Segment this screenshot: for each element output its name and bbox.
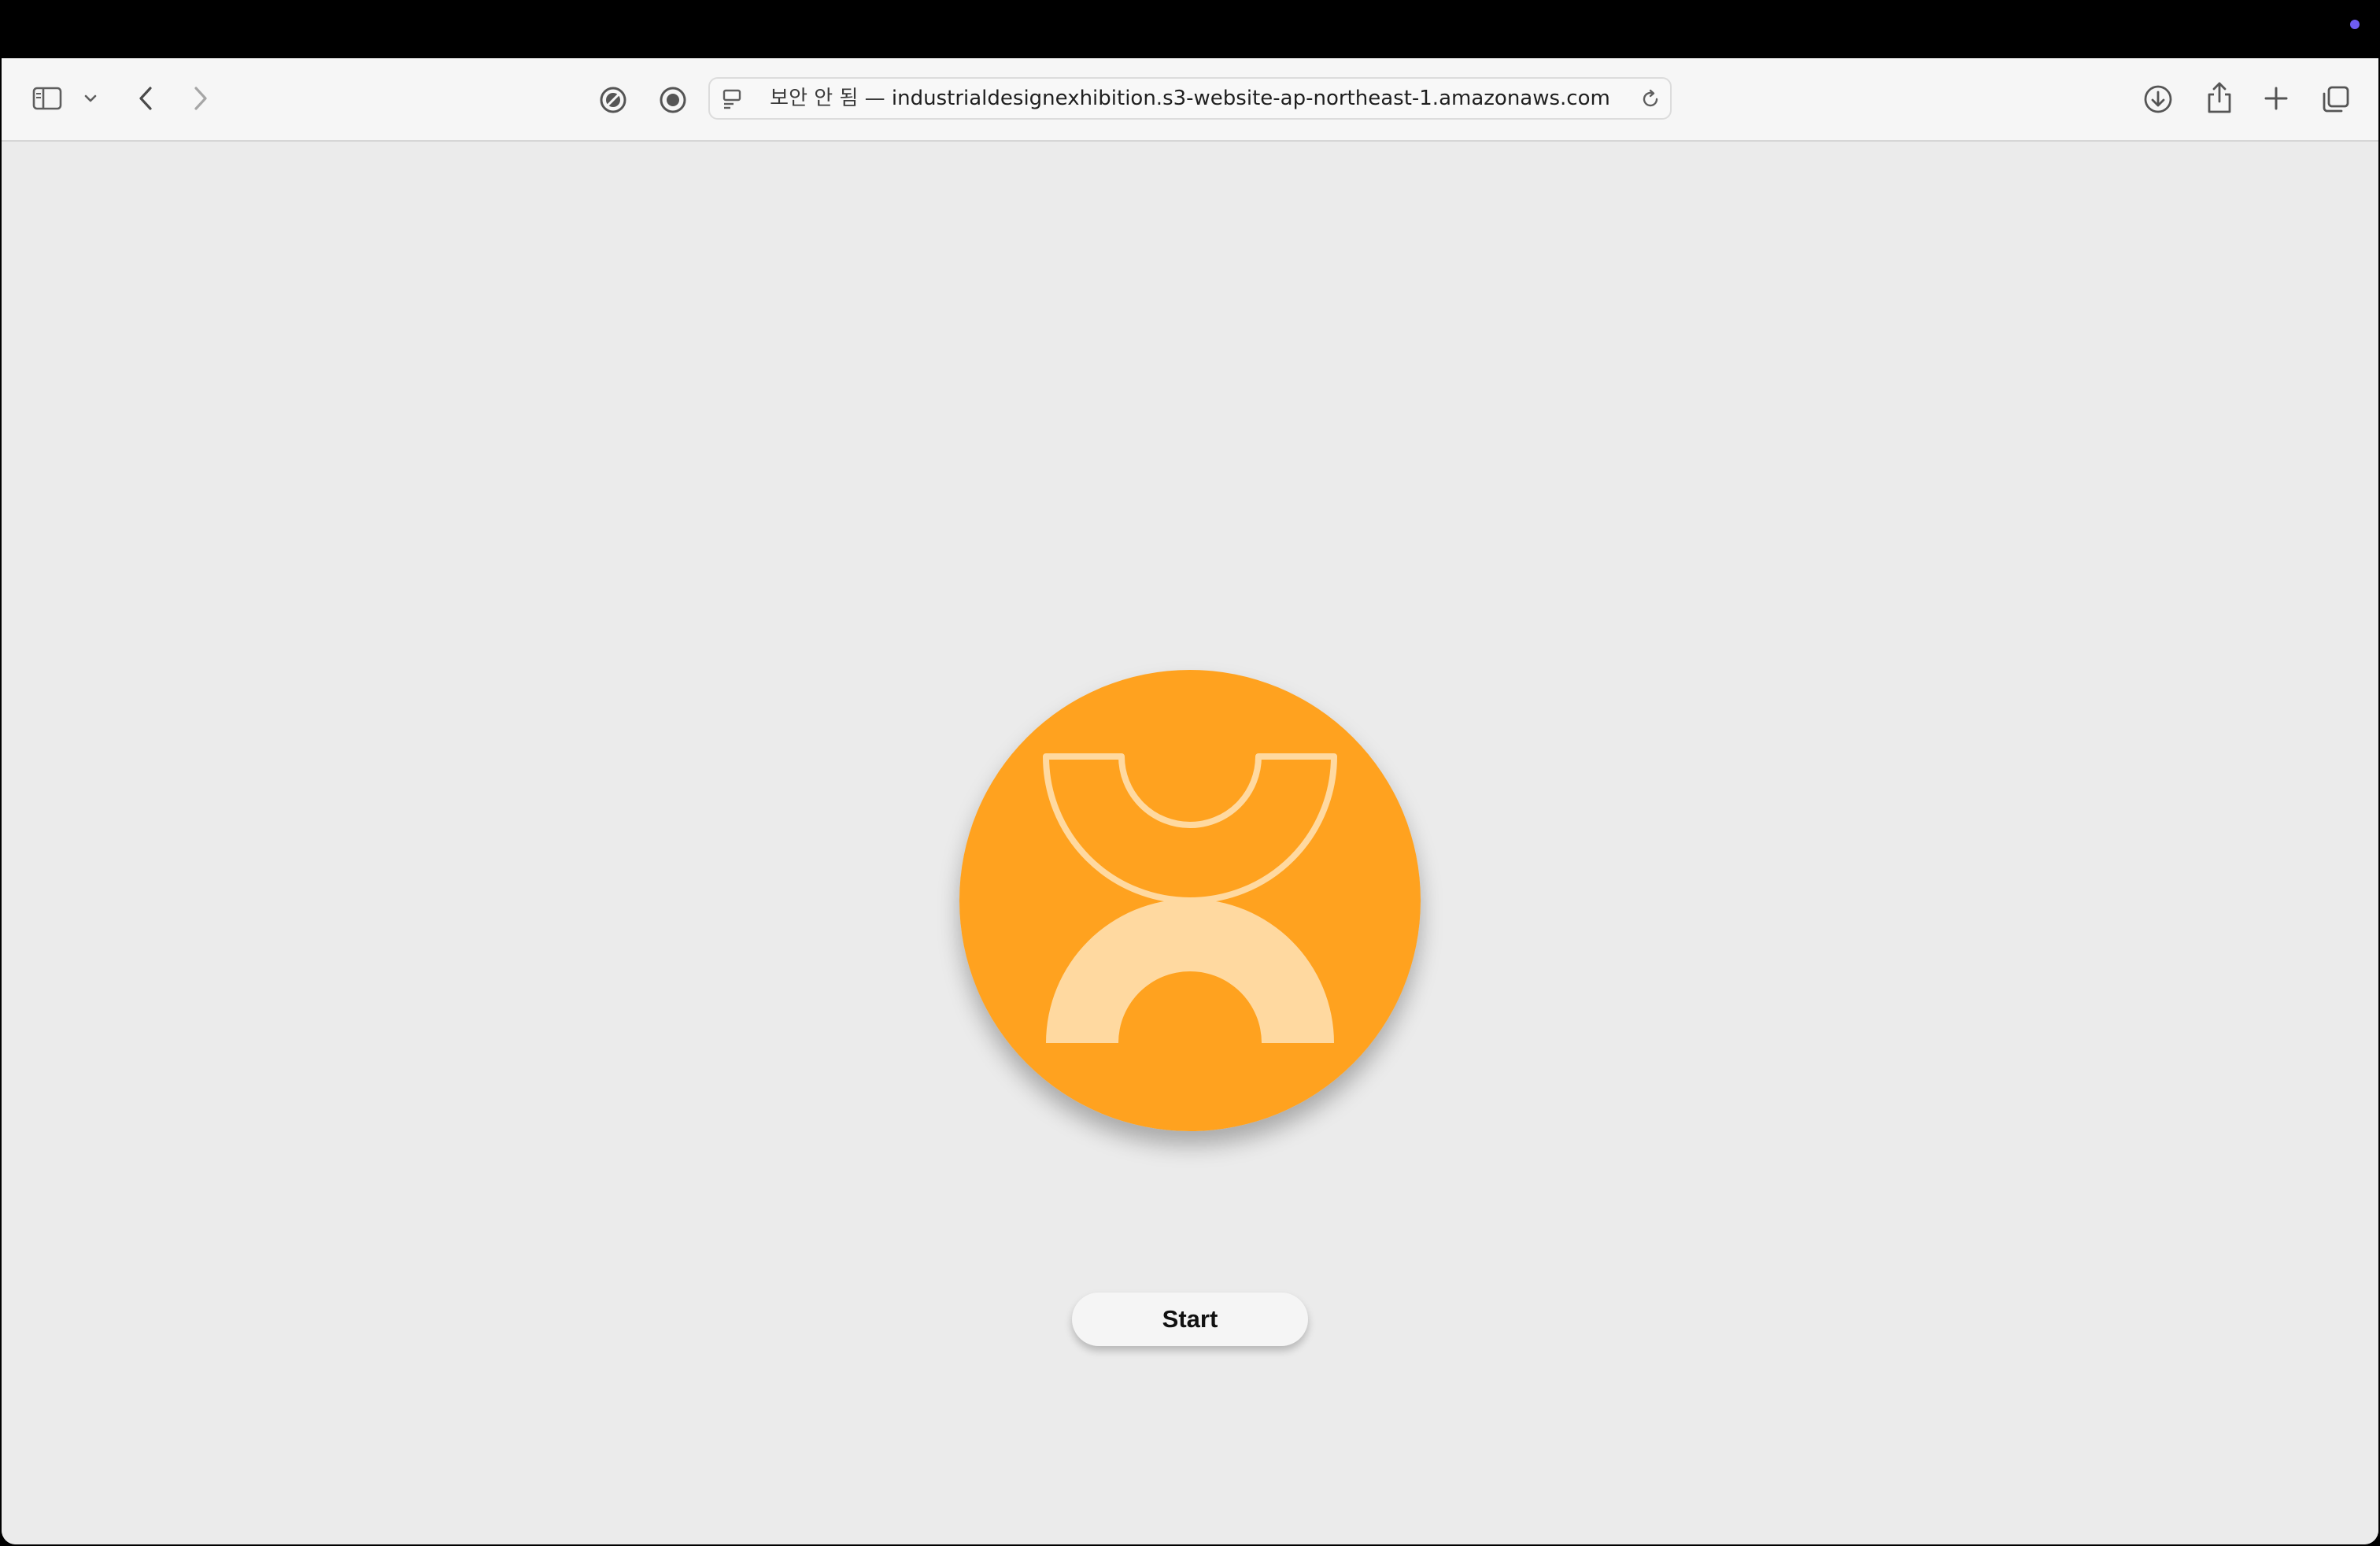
privacy-report-icon[interactable]	[598, 85, 628, 115]
browser-toolbar: 보안 안 됨 — industrialdesignexhibition.s3-w…	[2, 58, 2378, 142]
download-icon[interactable]	[2142, 83, 2174, 115]
address-bar[interactable]: 보안 안 됨 — industrialdesignexhibition.s3-w…	[708, 77, 1672, 120]
security-label: 보안 안 됨	[770, 87, 859, 110]
page-content: Start	[2, 142, 2378, 1544]
plus-icon[interactable]	[2262, 84, 2290, 113]
record-icon[interactable]	[658, 85, 688, 115]
chevron-left-icon	[139, 87, 152, 110]
forward-button[interactable]	[189, 83, 213, 113]
sidebar-icon[interactable]	[31, 85, 63, 112]
reload-icon[interactable]	[1639, 87, 1662, 111]
system-menubar	[0, 0, 2380, 58]
tab-overview-icon[interactable]	[2320, 83, 2352, 115]
url-separator: —	[858, 87, 892, 110]
back-button[interactable]	[134, 83, 157, 113]
url-display: 보안 안 됨 — industrialdesignexhibition.s3-w…	[710, 79, 1670, 118]
exhibition-logo	[959, 670, 1421, 1131]
chevron-right-icon	[194, 87, 207, 110]
share-icon[interactable]	[2204, 80, 2235, 115]
url-domain: industrialdesignexhibition.s3-website-ap…	[891, 87, 1610, 110]
browser-window: 보안 안 됨 — industrialdesignexhibition.s3-w…	[2, 58, 2378, 1544]
chevron-down-icon[interactable]	[82, 90, 99, 107]
status-indicator-icon	[2350, 20, 2360, 29]
start-button[interactable]: Start	[1072, 1293, 1308, 1346]
